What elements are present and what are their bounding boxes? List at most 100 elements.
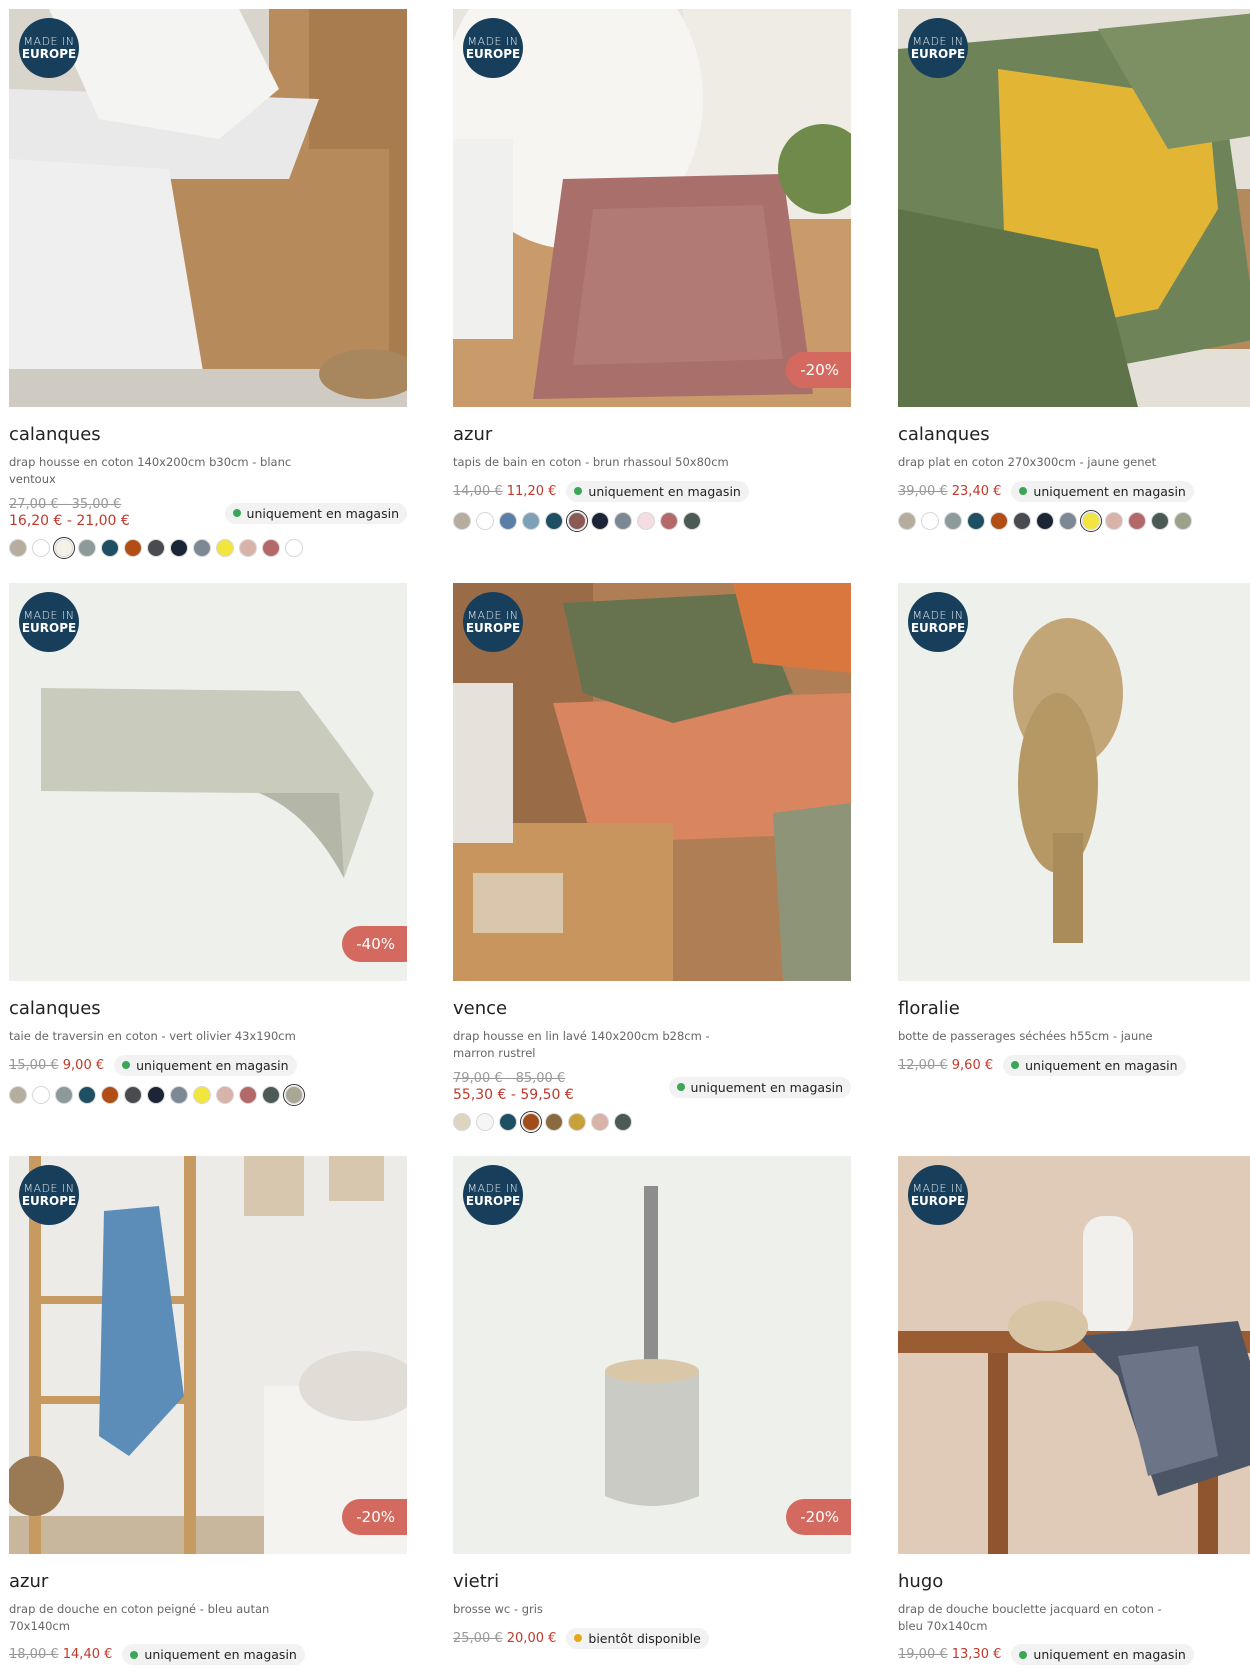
color-swatch[interactable] (124, 539, 142, 557)
sale-price: 9,00 € (62, 1057, 105, 1073)
product-card[interactable]: MADE IN EUROPE -20% azur tapis de bain en … (453, 9, 851, 532)
product-name[interactable]: azur (9, 1571, 407, 1595)
color-swatch[interactable] (78, 1085, 96, 1104)
color-swatch[interactable] (614, 511, 632, 530)
product-card[interactable]: MADE IN EUROPE calanques drap housse en co… (9, 9, 407, 559)
color-swatch[interactable] (1151, 511, 1169, 530)
color-swatch[interactable] (921, 511, 939, 530)
product-card[interactable]: MADE IN EUROPE vence drap housse en lin la… (453, 583, 851, 1133)
color-swatch[interactable] (944, 511, 962, 530)
product-description[interactable]: botte de passerages séchées h55cm - jaun… (898, 1028, 1188, 1045)
color-swatch[interactable] (499, 511, 517, 530)
product-image[interactable]: MADE IN EUROPE (898, 9, 1250, 407)
product-name[interactable]: hugo (898, 1571, 1250, 1595)
made-in-europe-badge: MADE IN EUROPE (463, 18, 523, 78)
color-swatch[interactable] (614, 1113, 632, 1131)
color-swatch[interactable] (591, 1113, 609, 1131)
color-swatch[interactable] (476, 1113, 494, 1131)
color-swatch[interactable] (170, 539, 188, 557)
color-swatch[interactable] (566, 509, 588, 532)
price: 27,00 € - 35,00 €16,20 € - 21,00 € (9, 497, 130, 529)
product-description[interactable]: brosse wc - gris (453, 1601, 743, 1618)
color-swatch[interactable] (216, 539, 234, 557)
product-description[interactable]: taie de traversin en coton - vert olivie… (9, 1028, 299, 1045)
product-image[interactable]: MADE IN EUROPE (9, 9, 407, 407)
color-swatch[interactable] (239, 1085, 257, 1104)
color-swatch[interactable] (9, 1085, 27, 1104)
color-swatch[interactable] (1013, 511, 1031, 530)
color-swatch[interactable] (476, 511, 494, 530)
color-swatch[interactable] (568, 1113, 586, 1131)
color-swatch[interactable] (499, 1113, 517, 1131)
color-swatch[interactable] (262, 1085, 280, 1104)
color-swatch[interactable] (1174, 511, 1192, 530)
color-swatch[interactable] (453, 511, 471, 530)
color-swatch[interactable] (591, 511, 609, 530)
color-swatch[interactable] (53, 537, 75, 559)
color-swatch[interactable] (78, 539, 96, 557)
product-name[interactable]: calanques (898, 424, 1250, 448)
product-card[interactable]: MADE IN EUROPE floralie botte de passerage… (898, 583, 1250, 1076)
color-swatch[interactable] (32, 539, 50, 557)
color-swatch[interactable] (660, 511, 678, 530)
product-image[interactable]: MADE IN EUROPE -40% (9, 583, 407, 981)
color-swatch[interactable] (193, 1085, 211, 1104)
color-swatch[interactable] (9, 539, 27, 557)
discount-badge: -20% (342, 1499, 407, 1535)
color-swatch[interactable] (147, 1085, 165, 1104)
color-swatch[interactable] (637, 511, 655, 530)
color-swatch[interactable] (545, 1113, 563, 1131)
product-card[interactable]: MADE IN EUROPE -20% azur drap de douche en… (9, 1156, 407, 1665)
color-swatch[interactable] (1128, 511, 1146, 530)
color-swatch[interactable] (101, 539, 119, 557)
product-image[interactable]: MADE IN EUROPE -20% (453, 1156, 851, 1554)
color-swatch[interactable] (898, 511, 916, 530)
color-swatch[interactable] (1105, 511, 1123, 530)
color-swatch[interactable] (520, 1111, 542, 1133)
product-name[interactable]: vence (453, 998, 851, 1022)
product-card[interactable]: MADE IN EUROPE hugo drap de douche bouclet… (898, 1156, 1250, 1665)
product-image[interactable]: MADE IN EUROPE -20% (453, 9, 851, 407)
color-swatch[interactable] (453, 1113, 471, 1131)
product-image[interactable]: MADE IN EUROPE (898, 583, 1250, 981)
color-swatch[interactable] (990, 511, 1008, 530)
color-swatch[interactable] (32, 1085, 50, 1104)
product-card[interactable]: MADE IN EUROPE -40% calanques taie de trav… (9, 583, 407, 1106)
color-swatch[interactable] (55, 1085, 73, 1104)
color-swatch[interactable] (683, 511, 701, 530)
product-description[interactable]: drap housse en lin lavé 140x200cm b28cm … (453, 1028, 743, 1061)
color-swatch[interactable] (147, 539, 165, 557)
product-description[interactable]: drap de douche en coton peigné - bleu au… (9, 1601, 299, 1634)
color-swatch[interactable] (193, 539, 211, 557)
old-price: 79,00 € - 85,00 € (453, 1071, 566, 1086)
color-swatch[interactable] (545, 511, 563, 530)
product-name[interactable]: floralie (898, 998, 1250, 1022)
color-swatch[interactable] (1080, 509, 1102, 532)
product-description[interactable]: tapis de bain en coton - brun rhassoul 5… (453, 454, 743, 471)
product-name[interactable]: calanques (9, 424, 407, 448)
color-swatch[interactable] (101, 1085, 119, 1104)
color-swatch[interactable] (285, 539, 303, 557)
product-description[interactable]: drap housse en coton 140x200cm b30cm - b… (9, 454, 299, 487)
color-swatch[interactable] (522, 511, 540, 530)
color-swatch[interactable] (262, 539, 280, 557)
price-row: 27,00 € - 35,00 €16,20 € - 21,00 € unique… (9, 497, 407, 529)
color-swatch[interactable] (239, 539, 257, 557)
product-description[interactable]: drap de douche bouclette jacquard en cot… (898, 1601, 1188, 1634)
color-swatch[interactable] (1036, 511, 1054, 530)
color-swatch[interactable] (124, 1085, 142, 1104)
product-name[interactable]: calanques (9, 998, 407, 1022)
color-swatch[interactable] (1059, 511, 1077, 530)
color-swatch[interactable] (216, 1085, 234, 1104)
color-swatch[interactable] (283, 1083, 305, 1106)
color-swatch[interactable] (967, 511, 985, 530)
product-description[interactable]: drap plat en coton 270x300cm - jaune gen… (898, 454, 1188, 471)
product-card[interactable]: MADE IN EUROPE calanques drap plat en coto… (898, 9, 1250, 532)
color-swatch[interactable] (170, 1085, 188, 1104)
product-image[interactable]: MADE IN EUROPE (898, 1156, 1250, 1554)
product-image[interactable]: MADE IN EUROPE (453, 583, 851, 981)
product-name[interactable]: vietri (453, 1571, 851, 1595)
product-image[interactable]: MADE IN EUROPE -20% (9, 1156, 407, 1554)
product-card[interactable]: MADE IN EUROPE -20% vietri brosse wc - gri… (453, 1156, 851, 1649)
product-name[interactable]: azur (453, 424, 851, 448)
